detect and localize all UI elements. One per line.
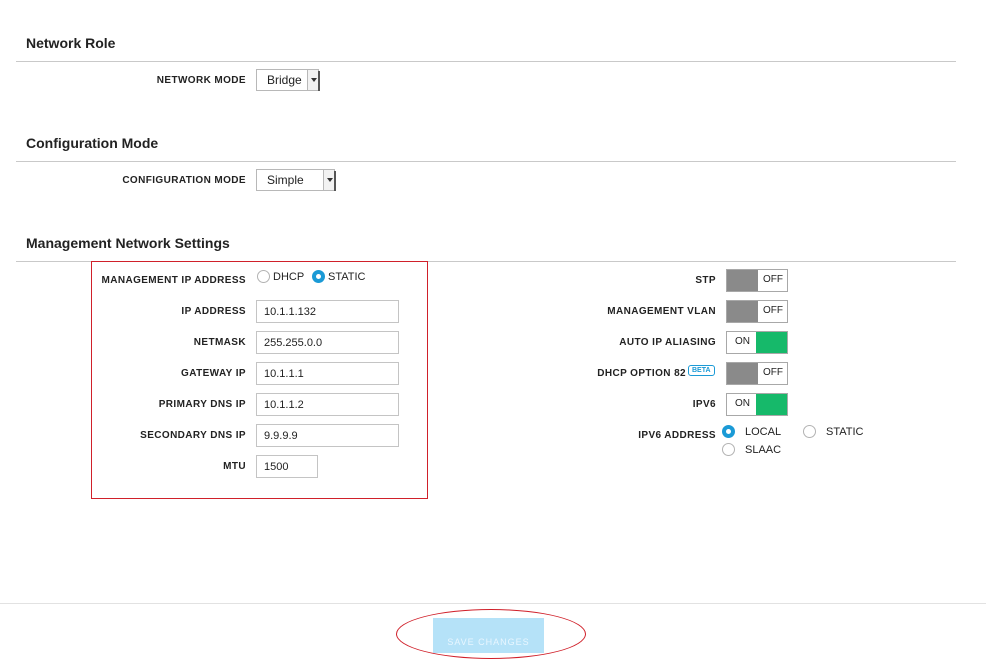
- ipv6-toggle[interactable]: ON: [726, 393, 788, 416]
- static-radio[interactable]: [312, 270, 325, 283]
- primary-dns-label: PRIMARY DNS IP: [158, 399, 246, 410]
- select-edge: [334, 171, 336, 191]
- toggle-state-text: ON: [735, 336, 750, 347]
- ipv6-slaac-label: SLAAC: [745, 444, 782, 456]
- toggle-knob: [727, 363, 758, 384]
- toggle-state-text: OFF: [763, 367, 783, 378]
- dhcp-radio-label: DHCP: [273, 271, 305, 283]
- stp-toggle[interactable]: OFF: [726, 269, 788, 292]
- network-mode-label: NETWORK MODE: [156, 75, 246, 86]
- mtu-input[interactable]: 1500: [256, 455, 318, 478]
- netmask-input[interactable]: 255.255.0.0: [256, 331, 399, 354]
- gateway-ip-input[interactable]: 10.1.1.1: [256, 362, 399, 385]
- dhcp-option-82-toggle[interactable]: OFF: [726, 362, 788, 385]
- ipv6-local-label: LOCAL: [745, 426, 782, 438]
- netmask-label: NETMASK: [193, 337, 246, 348]
- toggle-knob: [727, 270, 758, 291]
- dhcp-radio[interactable]: [257, 270, 270, 283]
- management-vlan-label: MANAGEMENT VLAN: [607, 306, 716, 317]
- auto-ip-aliasing-toggle[interactable]: ON: [726, 331, 788, 354]
- footer-divider: [0, 603, 986, 604]
- secondary-dns-label: SECONDARY DNS IP: [140, 430, 246, 441]
- toggle-knob: [756, 332, 787, 353]
- ipv6-slaac-radio[interactable]: [722, 443, 735, 456]
- highlight-ellipse: [396, 609, 586, 659]
- configuration-mode-value: Simple: [267, 173, 304, 187]
- toggle-state-text: OFF: [763, 305, 783, 316]
- beta-badge: BETA: [688, 365, 715, 376]
- gateway-ip-label: GATEWAY IP: [181, 368, 246, 379]
- section-title-configuration-mode: Configuration Mode: [26, 135, 159, 151]
- mtu-label: MTU: [223, 461, 246, 472]
- dhcp-option-82-label: DHCP OPTION 82: [597, 368, 686, 379]
- ipv6-label: IPV6: [692, 399, 716, 410]
- section-title-network-role: Network Role: [26, 35, 116, 51]
- management-vlan-toggle[interactable]: OFF: [726, 300, 788, 323]
- management-ip-label: MANAGEMENT IP ADDRESS: [101, 275, 246, 286]
- ipv6-static-radio[interactable]: [803, 425, 816, 438]
- configuration-mode-label: CONFIGURATION MODE: [122, 175, 246, 186]
- ipv6-address-label: IPV6 ADDRESS: [638, 430, 716, 441]
- toggle-knob: [756, 394, 787, 415]
- toggle-state-text: OFF: [763, 274, 783, 285]
- toggle-knob: [727, 301, 758, 322]
- dropdown-arrow-icon: [307, 70, 318, 90]
- toggle-state-text: ON: [735, 398, 750, 409]
- network-mode-value: Bridge: [267, 73, 302, 87]
- configuration-mode-select[interactable]: Simple: [256, 169, 336, 191]
- stp-label: STP: [695, 275, 716, 286]
- section-divider: [16, 161, 956, 162]
- network-mode-select[interactable]: Bridge: [256, 69, 320, 91]
- static-radio-label: STATIC: [328, 271, 366, 283]
- section-title-management: Management Network Settings: [26, 235, 230, 251]
- secondary-dns-input[interactable]: 9.9.9.9: [256, 424, 399, 447]
- primary-dns-input[interactable]: 10.1.1.2: [256, 393, 399, 416]
- dropdown-arrow-icon: [323, 170, 334, 190]
- ipv6-local-radio[interactable]: [722, 425, 735, 438]
- ip-address-label: IP ADDRESS: [181, 306, 246, 317]
- section-divider: [16, 61, 956, 62]
- ipv6-static-label: STATIC: [826, 426, 864, 438]
- select-edge: [318, 71, 320, 91]
- auto-ip-aliasing-label: AUTO IP ALIASING: [619, 337, 716, 348]
- ip-address-input[interactable]: 10.1.1.132: [256, 300, 399, 323]
